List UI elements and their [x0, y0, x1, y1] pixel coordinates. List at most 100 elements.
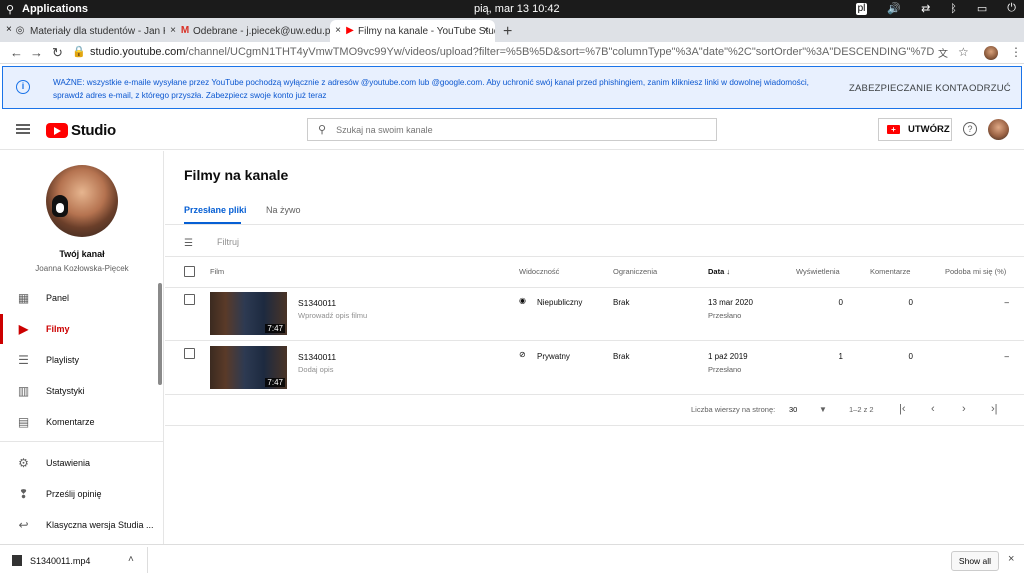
- star-icon[interactable]: ☆: [958, 45, 969, 59]
- dashboard-icon: ▦: [17, 290, 30, 305]
- sidebar-scrollbar[interactable]: [158, 283, 162, 385]
- download-bar: S1340011.mp4 ˄ Show all ×: [0, 544, 1024, 576]
- file-icon: [12, 555, 22, 566]
- hamburger-menu-icon[interactable]: [16, 124, 30, 134]
- next-page-icon[interactable]: ›: [962, 403, 966, 415]
- lock-icon[interactable]: 🔒: [72, 45, 86, 58]
- os-top-bar: ⚲ Applications pią, mar 13 10:42 pl 🔊 ⇄ …: [0, 0, 1024, 18]
- sidebar-item-comments[interactable]: ▤ Komentarze: [0, 407, 160, 437]
- new-tab-button[interactable]: +: [503, 22, 512, 42]
- first-page-icon[interactable]: |‹: [899, 403, 906, 415]
- sidebar-item-analytics[interactable]: ▥ Statystyki: [0, 376, 160, 406]
- tab-gmail[interactable]: × M Odebrane - j.piecek@uw.edu.pl: [165, 20, 330, 42]
- secure-account-button[interactable]: ZABEZPIECZANIE KONTA: [849, 83, 968, 94]
- videos-icon: ▶: [18, 321, 29, 336]
- tab-uploads[interactable]: Przesłane pliki: [184, 205, 247, 215]
- volume-icon[interactable]: 🔊: [887, 2, 901, 15]
- sidebar-item-settings[interactable]: ⚙ Ustawienia: [0, 448, 160, 478]
- studio-header: Studio ⚲ + UTWÓRZ ?: [0, 110, 1024, 150]
- video-title[interactable]: S1340011: [298, 352, 336, 362]
- close-icon[interactable]: ×: [167, 25, 179, 37]
- sidebar-item-videos[interactable]: ▶ Filmy: [0, 314, 160, 344]
- url-field[interactable]: studio.youtube.com/channel/UCgmN1THT4yVm…: [90, 46, 934, 58]
- help-icon[interactable]: ?: [963, 122, 977, 136]
- account-avatar[interactable]: [988, 119, 1009, 140]
- visibility-value[interactable]: Niepubliczny: [537, 298, 582, 307]
- dropdown-arrow-icon[interactable]: ▼: [819, 405, 827, 414]
- close-icon[interactable]: ×: [6, 24, 12, 35]
- analytics-icon: ▥: [17, 383, 30, 398]
- create-button[interactable]: + UTWÓRZ: [878, 118, 952, 141]
- network-icon[interactable]: ⇄: [921, 2, 930, 15]
- back-icon[interactable]: ←: [10, 45, 23, 60]
- sidebar-item-feedback[interactable]: ❢ Prześlij opinię: [0, 479, 160, 509]
- classic-icon: ↩: [18, 517, 29, 532]
- row-checkbox[interactable]: [184, 348, 195, 359]
- profile-avatar[interactable]: [984, 46, 998, 60]
- last-page-icon[interactable]: ›|: [991, 403, 998, 415]
- show-all-button[interactable]: Show all: [951, 551, 999, 571]
- dismiss-button[interactable]: ODRZUĆ: [969, 83, 1011, 94]
- video-thumbnail[interactable]: 7:47: [210, 346, 287, 389]
- menu-icon[interactable]: ⋮: [1010, 45, 1022, 59]
- tab-live[interactable]: Na żywo: [266, 205, 301, 215]
- channel-title: Twój kanał: [59, 249, 105, 259]
- column-date[interactable]: Data ↓: [708, 267, 730, 276]
- tab-materials[interactable]: ◎ Materiały dla studentów - Jan K: [0, 20, 165, 42]
- filter-icon[interactable]: ☰: [184, 238, 195, 249]
- eye-off-icon: ⊘: [519, 350, 526, 359]
- battery-icon[interactable]: ▭: [977, 2, 987, 15]
- rows-per-page-select[interactable]: 30: [789, 405, 797, 414]
- sidebar-item-label: Panel: [46, 293, 70, 303]
- bluetooth-icon[interactable]: ᛒ: [950, 3, 957, 15]
- previous-page-icon[interactable]: ‹: [931, 403, 935, 415]
- page-title: Filmy na kanale: [184, 167, 289, 183]
- channel-avatar[interactable]: [46, 165, 118, 237]
- gmail-icon: M: [180, 25, 190, 36]
- select-all-checkbox[interactable]: [184, 266, 195, 277]
- forward-icon[interactable]: →: [30, 45, 43, 60]
- column-views: Wyświetlenia: [796, 267, 840, 276]
- video-description[interactable]: Dodaj opis: [298, 365, 333, 374]
- video-thumbnail[interactable]: 7:47: [210, 292, 287, 335]
- create-label: UTWÓRZ: [908, 124, 950, 135]
- applications-menu[interactable]: Applications: [22, 3, 88, 15]
- download-item[interactable]: S1340011.mp4: [12, 555, 90, 566]
- date-status: Przesłano: [708, 311, 742, 320]
- close-icon[interactable]: ×: [483, 25, 489, 36]
- video-description[interactable]: Wprowadź opis filmu: [298, 311, 367, 320]
- url-host: studio.youtube.com: [90, 46, 186, 58]
- close-icon[interactable]: ×: [332, 25, 344, 37]
- row-checkbox[interactable]: [184, 294, 195, 305]
- sidebar-divider: [0, 441, 164, 442]
- keyboard-layout[interactable]: pl: [855, 2, 868, 15]
- sidebar-item-label: Klasyczna wersja Studia ...: [46, 520, 154, 530]
- column-comments: Komentarze: [870, 267, 911, 276]
- youtube-logo-icon: [46, 123, 68, 138]
- search-input[interactable]: [336, 124, 707, 135]
- power-icon[interactable]: ⏻: [1007, 2, 1016, 15]
- video-title[interactable]: S1340011: [298, 298, 336, 308]
- gear-icon: ⚙: [18, 455, 29, 470]
- sidebar-item-panel[interactable]: ▦ Panel: [0, 283, 160, 313]
- tab-label: Odebrane - j.piecek@uw.edu.pl: [193, 25, 330, 37]
- visibility-value[interactable]: Prywatny: [537, 352, 570, 361]
- chevron-up-icon[interactable]: ˄: [128, 554, 134, 565]
- eye-icon: ◉: [519, 296, 526, 305]
- close-icon[interactable]: ×: [1008, 553, 1014, 565]
- views-value: 0: [838, 298, 843, 307]
- sidebar-item-playlists[interactable]: ☰ Playlisty: [0, 345, 160, 375]
- clock[interactable]: pią, mar 13 10:42: [474, 3, 560, 15]
- tab-youtube-studio[interactable]: × ▶ Filmy na kanale - YouTube Studi ×: [330, 20, 495, 42]
- sidebar-item-label: Playlisty: [46, 355, 80, 365]
- rows-per-page-label: Liczba wierszy na stronę:: [691, 405, 776, 414]
- search-icon[interactable]: ⚲: [6, 3, 14, 16]
- date-status: Przesłano: [708, 365, 742, 374]
- studio-logo[interactable]: Studio: [46, 122, 116, 139]
- translate-icon[interactable]: 文: [938, 45, 948, 60]
- filter-input[interactable]: Filtruj: [217, 237, 239, 247]
- video-camera-icon: +: [887, 125, 900, 134]
- reload-icon[interactable]: ↻: [52, 45, 63, 61]
- sidebar-item-classic-studio[interactable]: ↩ Klasyczna wersja Studia ...: [0, 510, 160, 540]
- url-path: /channel/UCgmN1THT4yVmwTMO9vc99Yw/videos…: [185, 46, 935, 58]
